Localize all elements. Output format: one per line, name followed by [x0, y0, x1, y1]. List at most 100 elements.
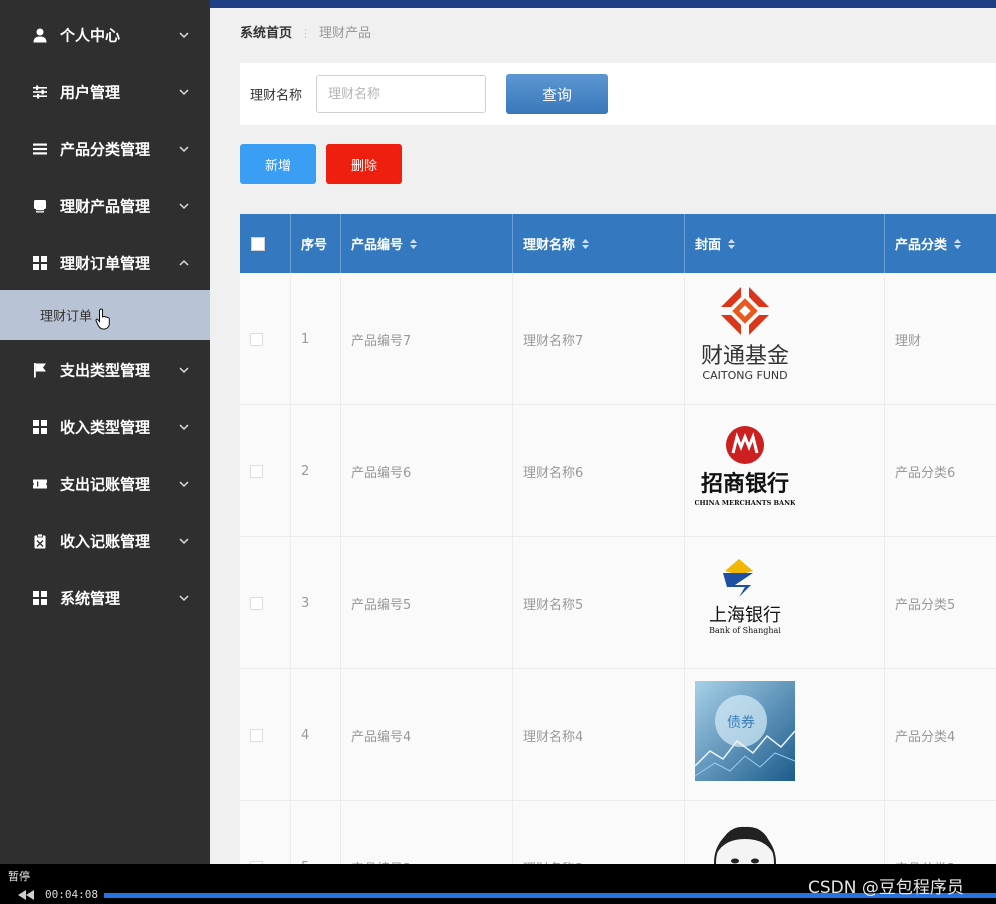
breadcrumb-home[interactable]: 系统首页 — [240, 26, 292, 41]
sidebar-item-label: 系统管理 — [60, 589, 121, 607]
row-select — [240, 537, 291, 669]
china-merchants-bank-logo: 招商银行 CHINA MERCHANTS BANK — [695, 426, 795, 507]
svg-text:债券: 债券 — [727, 715, 755, 731]
chevron-down-icon — [179, 537, 189, 544]
cell-category: 产品分类5 — [895, 597, 956, 613]
sort-icon[interactable] — [727, 238, 736, 250]
sidebar-item-product-category[interactable]: 产品分类管理 — [0, 120, 210, 177]
cell-name: 理财名称7 — [513, 273, 685, 405]
svg-text:上海银行: 上海银行 — [709, 605, 781, 626]
breadcrumb: 系统首页 ⋮ 理财产品 — [240, 22, 371, 41]
sort-icon[interactable] — [581, 238, 590, 250]
row-checkbox[interactable] — [250, 464, 263, 478]
header-name-label: 理财名称 — [523, 238, 576, 253]
chevron-down-icon — [179, 145, 189, 152]
caitong-fund-logo: 财通基金 CAITONG FUND — [701, 287, 789, 382]
row-checkbox[interactable] — [250, 596, 263, 610]
sidebar: 个人中心 用户管理 产品分类管理 理财产品管理 理财订单管理 理财订单 支出类型… — [0, 0, 210, 864]
header-code-label: 产品编号 — [351, 238, 404, 253]
table-row[interactable]: 1 产品编号7 理财名称7 财通基金 CAITONG FUND 理财 — [240, 273, 996, 405]
grid-icon — [33, 255, 47, 270]
cell-code: 产品编号7 — [341, 273, 513, 405]
add-button[interactable]: 新增 — [240, 144, 316, 184]
sidebar-item-income-type[interactable]: 收入类型管理 — [0, 398, 210, 455]
chevron-down-icon — [179, 594, 189, 601]
delete-button[interactable]: 删除 — [326, 144, 402, 184]
sidebar-item-expense-record[interactable]: 支出记账管理 — [0, 455, 210, 512]
sort-icon[interactable] — [409, 238, 418, 250]
table-row[interactable]: 2 产品编号6 理财名称6 招商银行 CHINA MERCHANTS BANK … — [240, 405, 996, 537]
sidebar-item-label: 产品分类管理 — [60, 140, 151, 158]
sidebar-item-expense-type[interactable]: 支出类型管理 — [0, 341, 210, 398]
cell-cover: 招商银行 CHINA MERCHANTS BANK — [685, 405, 885, 537]
sidebar-item-label: 收入类型管理 — [60, 418, 151, 436]
app-window: 个人中心 用户管理 产品分类管理 理财产品管理 理财订单管理 理财订单 支出类型… — [0, 0, 996, 904]
cell-index: 2 — [291, 405, 341, 537]
header-category-label: 产品分类 — [895, 238, 948, 253]
chevron-up-icon — [179, 259, 189, 266]
top-bar — [210, 0, 996, 8]
cell-index: 1 — [291, 273, 341, 405]
clipboard-icon — [34, 533, 46, 548]
pause-status[interactable]: 暂停 — [8, 868, 30, 884]
rewind-icon[interactable] — [18, 890, 34, 900]
chevron-down-icon — [179, 31, 189, 38]
sidebar-item-system[interactable]: 系统管理 — [0, 569, 210, 626]
search-input[interactable] — [316, 75, 486, 113]
search-panel: 理财名称 查询 — [240, 63, 996, 125]
cell-name: 理财名称4 — [513, 669, 685, 801]
svg-text:财通基金: 财通基金 — [701, 344, 789, 369]
cell-code: 产品编号5 — [341, 537, 513, 669]
sidebar-item-income-record[interactable]: 收入记账管理 — [0, 512, 210, 569]
sidebar-item-label: 支出记账管理 — [60, 475, 151, 493]
bank-of-shanghai-logo: 上海银行 Bank of Shanghai — [709, 559, 781, 635]
grid-icon — [33, 590, 47, 605]
row-checkbox[interactable] — [250, 728, 263, 742]
cell-cover: 上海银行 Bank of Shanghai — [685, 537, 885, 669]
row-select — [240, 273, 291, 405]
svg-text:CAITONG FUND: CAITONG FUND — [702, 369, 787, 382]
row-select — [240, 669, 291, 801]
header-cover[interactable]: 封面 — [685, 214, 885, 273]
table-row[interactable]: 3 产品编号5 理财名称5 上海银行 Bank of Shanghai 产品分类… — [240, 537, 996, 669]
header-code[interactable]: 产品编号 — [341, 214, 513, 273]
table-row[interactable]: 4 产品编号4 理财名称4 债券 产品分类4 — [240, 669, 996, 801]
sort-icon[interactable] — [953, 238, 962, 250]
cell-category: 产品分类4 — [895, 729, 956, 745]
video-player-bar: 暂停 00:04:08 CSDN @豆包程序员 — [0, 864, 996, 904]
hand-cursor-icon — [95, 308, 110, 330]
cell-category: 理财 — [895, 333, 922, 349]
search-button[interactable]: 查询 — [506, 74, 608, 114]
sidebar-item-financial-product[interactable]: 理财产品管理 — [0, 177, 210, 234]
table-header: 序号 产品编号 理财名称 封面 产品分类 — [240, 214, 996, 273]
cell-cover: 财通基金 CAITONG FUND — [685, 273, 885, 405]
user-icon — [33, 28, 47, 42]
svg-text:CHINA MERCHANTS BANK: CHINA MERCHANTS BANK — [695, 499, 795, 507]
sidebar-item-financial-order[interactable]: 理财订单管理 — [0, 234, 210, 291]
header-category[interactable]: 产品分类 — [885, 214, 996, 273]
select-all-checkbox[interactable] — [251, 236, 265, 251]
cell-category: 产品分类6 — [895, 465, 956, 481]
chevron-down-icon — [179, 202, 189, 209]
sidebar-item-personal-center[interactable]: 个人中心 — [0, 6, 210, 63]
cell-cover: 债券 — [685, 669, 885, 801]
grid-icon — [33, 419, 47, 434]
row-checkbox[interactable] — [250, 332, 263, 346]
header-index-label: 序号 — [301, 238, 328, 253]
sidebar-item-label: 理财产品管理 — [60, 197, 151, 215]
bag-icon — [34, 199, 46, 212]
sidebar-item-user-management[interactable]: 用户管理 — [0, 63, 210, 120]
row-select — [240, 405, 291, 537]
search-label: 理财名称 — [250, 88, 303, 104]
cell-name: 理财名称5 — [513, 537, 685, 669]
cell-name: 理财名称6 — [513, 405, 685, 537]
chevron-down-icon — [179, 88, 189, 95]
svg-text:Bank of Shanghai: Bank of Shanghai — [709, 626, 781, 635]
header-select-all — [240, 214, 291, 273]
cell-code: 产品编号6 — [341, 405, 513, 537]
chevron-down-icon — [179, 366, 189, 373]
header-name[interactable]: 理财名称 — [513, 214, 685, 273]
cell-index: 4 — [291, 669, 341, 801]
watermark: CSDN @豆包程序员 — [808, 878, 964, 898]
sidebar-item-label: 理财订单管理 — [60, 254, 151, 272]
